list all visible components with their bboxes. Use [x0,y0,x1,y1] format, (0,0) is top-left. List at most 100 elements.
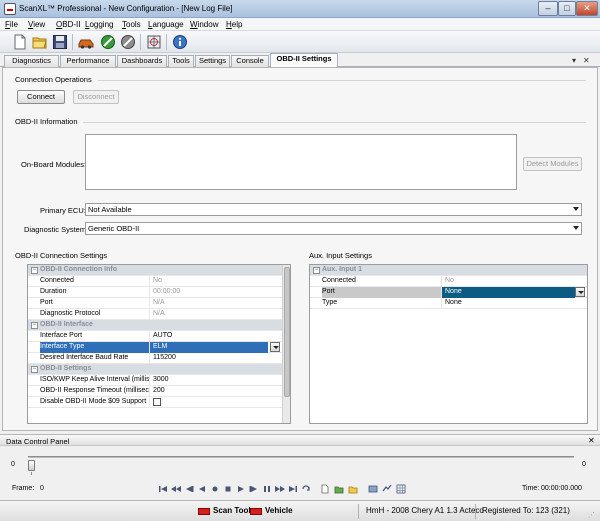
tab-close-icon[interactable]: ✕ [583,56,590,65]
vehicle-status: Vehicle [265,506,293,515]
toolbar-separator [72,34,73,50]
info-icon[interactable] [172,34,188,50]
vertical-scrollbar[interactable] [282,265,290,423]
collapse-icon[interactable]: − [31,366,38,373]
save-log-icon[interactable] [348,484,358,494]
menu-tools[interactable]: Tools [122,20,141,29]
frame-slider-track[interactable] [28,456,574,458]
collapse-icon[interactable]: − [313,267,320,274]
resize-grip-icon[interactable]: ⋰ [588,511,595,519]
green-sensor-icon[interactable] [100,34,116,50]
divider [83,122,586,123]
play-reverse-icon[interactable] [197,484,207,494]
tab-tools[interactable]: Tools [168,55,194,67]
category-aux-input-1[interactable]: − Aux. Input 1 [310,265,587,276]
step-forward-icon[interactable] [249,484,259,494]
tab-dashboards[interactable]: Dashboards [117,55,167,67]
record-icon[interactable] [210,484,220,494]
property-row[interactable]: Connected No [310,276,587,287]
tab-console[interactable]: Console [231,55,269,67]
property-row[interactable]: ISO/KWP Keep Alive Interval (millisecond… [28,375,282,386]
property-row[interactable]: Diagnostic Protocol N/A [28,309,282,320]
step-back-icon[interactable] [184,484,194,494]
disconnect-button[interactable]: Disconnect [73,90,119,104]
tab-diagnostics[interactable]: Diagnostics [4,55,59,67]
category-interface[interactable]: − OBD-II Interface [28,320,282,331]
property-row[interactable]: Port N/A [28,298,282,309]
grid-icon[interactable] [396,484,406,494]
pause-icon[interactable] [262,484,272,494]
diagnostic-system-select[interactable]: Generic OBD-II [85,222,582,235]
export-icon[interactable] [382,484,392,494]
menu-file[interactable]: File [5,20,18,29]
diagnostic-system-value: Generic OBD-II [88,224,140,233]
category-connection-info[interactable]: − OBD-II Connection Info [28,265,282,276]
stop-icon[interactable] [223,484,233,494]
car-connect-icon[interactable] [78,34,94,50]
property-row-selected[interactable]: Interface Type ELM [28,342,282,353]
menu-logging[interactable]: Logging [85,20,113,29]
menu-obd-ii[interactable]: OBD-II [56,20,80,29]
open-folder-icon[interactable] [32,34,48,50]
menu-help[interactable]: Help [226,20,242,29]
detect-modules-button[interactable]: Detect Modules [523,157,582,171]
property-row[interactable]: Interface Port AUTO [28,331,282,342]
property-row[interactable]: Duration 00:00:00 [28,287,282,298]
maximize-button[interactable]: □ [558,1,576,16]
property-row[interactable]: Connected No [28,276,282,287]
scrollbar-thumb[interactable] [284,267,290,397]
frame-value: 0 [40,485,44,492]
play-icon[interactable] [236,484,246,494]
on-board-modules-list[interactable] [85,134,517,190]
property-row[interactable]: Type None [310,298,587,309]
menu-language[interactable]: Language [148,20,184,29]
chevron-down-icon[interactable] [575,287,585,297]
new-file-icon[interactable] [12,34,28,50]
property-row[interactable]: Desired Interface Baud Rate 115200 [28,353,282,364]
close-icon[interactable]: ✕ [588,436,595,445]
save-disk-icon[interactable] [52,34,68,50]
menu-bar: File View OBD-II Logging Tools Language … [0,18,600,31]
primary-ecu-select[interactable]: Not Available [85,203,582,216]
tab-performance[interactable]: Performance [60,55,116,67]
tab-dropdown-icon[interactable]: ▾ [572,56,576,65]
chevron-down-icon[interactable] [270,342,280,352]
close-button[interactable]: ✕ [576,1,598,16]
first-frame-icon[interactable] [158,484,168,494]
new-log-icon[interactable] [320,484,330,494]
data-control-panel: 0 0 Frame: 0 Time: 00:00:00.000 [0,446,600,498]
rewind-icon[interactable] [171,484,181,494]
slider-min-label: 0 [11,461,15,468]
connect-button[interactable]: Connect [17,90,65,104]
tab-strip: Diagnostics Performance Dashboards Tools… [0,53,600,68]
tab-settings[interactable]: Settings [195,55,230,67]
menu-view[interactable]: View [28,20,45,29]
open-log-icon[interactable] [334,484,344,494]
disable-mode-09-checkbox[interactable] [153,398,161,406]
minimize-button[interactable]: – [538,1,558,16]
category-settings[interactable]: − OBD-II Settings [28,364,282,375]
frame-slider-thumb[interactable] [28,460,35,471]
target-icon[interactable] [146,34,162,50]
app-icon [4,3,16,15]
gray-sensor-icon[interactable] [120,34,136,50]
property-row[interactable]: OBD-II Response Timeout (milliseconds)20… [28,386,282,397]
frame-label: Frame: [12,485,35,492]
fast-forward-icon[interactable] [275,484,285,494]
loop-icon[interactable] [301,484,311,494]
tab-obd-ii-settings[interactable]: OBD-II Settings [270,53,338,68]
last-frame-icon[interactable] [288,484,298,494]
property-row[interactable]: Disable OBD-II Mode $09 Support [28,397,282,408]
chevron-down-icon [573,226,579,230]
time-value: 00:00:00.000 [541,485,582,492]
collapse-icon[interactable]: − [31,267,38,274]
scan-tool-status-indicator [198,508,210,515]
menu-window[interactable]: Window [190,20,218,29]
aux-input-settings-header: Aux. Input Settings [309,251,372,260]
connection-operations-header: Connection Operations [15,75,92,84]
log-settings-icon[interactable] [368,484,378,494]
property-row-selected[interactable]: Port None [310,287,587,298]
collapse-icon[interactable]: − [31,322,38,329]
primary-ecu-value: Not Available [88,205,132,214]
title-bar: ScanXL™ Professional - New Configuration… [0,0,600,18]
